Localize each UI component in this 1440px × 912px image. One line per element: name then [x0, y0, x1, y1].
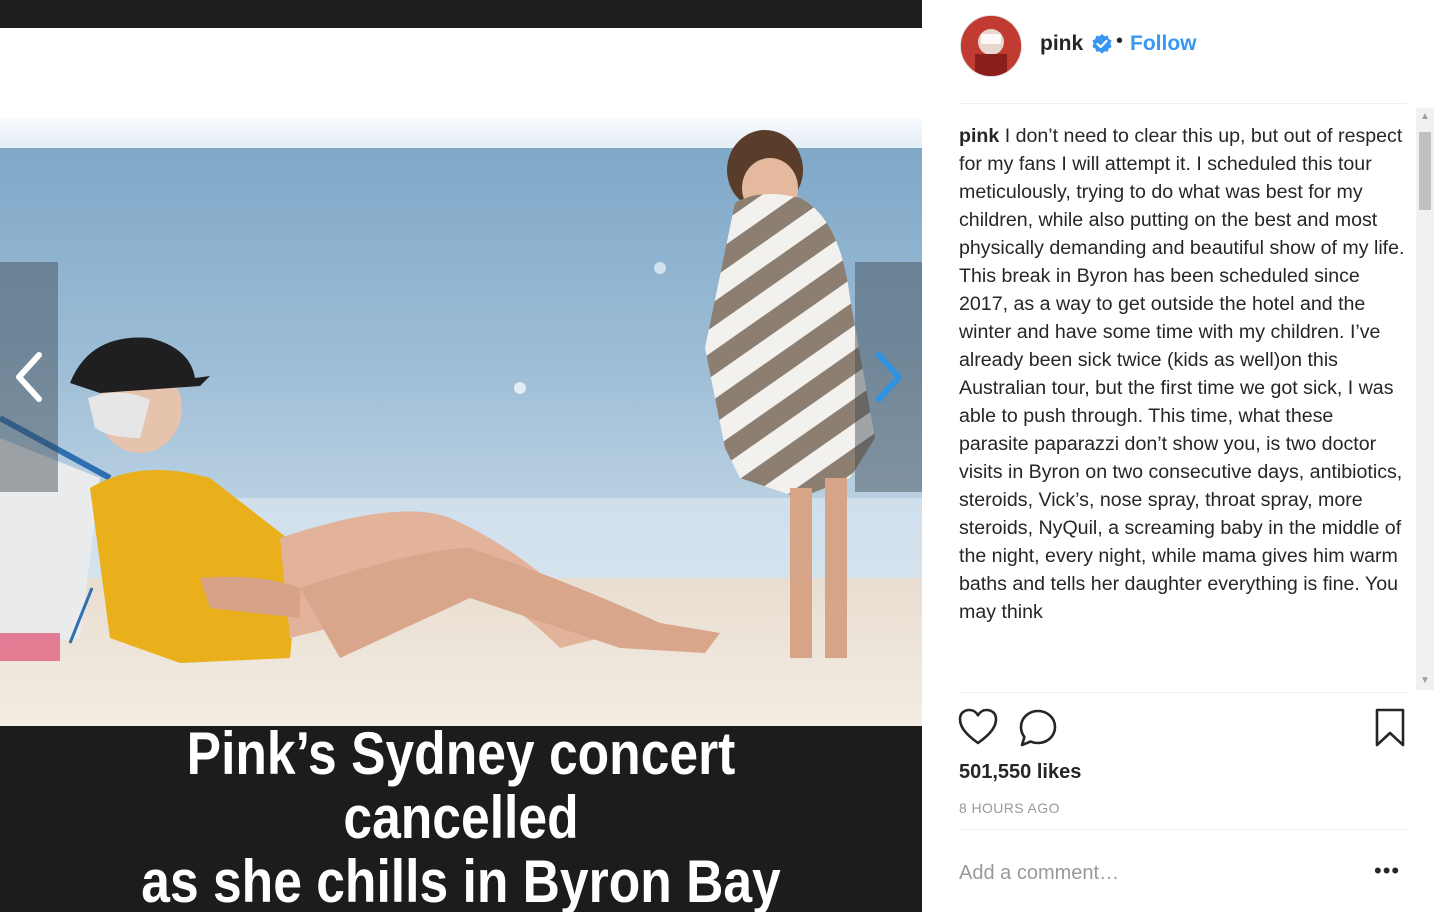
post-media: Pink’s Sydney concert cancelled as she c… [0, 0, 922, 912]
caption-scroll-area[interactable]: pink I don’t need to clear this up, but … [959, 122, 1407, 692]
bookmark-icon[interactable] [1374, 708, 1406, 748]
comment-icon[interactable] [1018, 708, 1058, 748]
verified-badge-icon [1092, 34, 1112, 54]
caption-text: I don’t need to clear this up, but out o… [959, 125, 1405, 623]
prev-photo-button[interactable] [0, 262, 58, 492]
scroll-up-arrow-icon[interactable]: ▲ [1416, 108, 1434, 126]
username[interactable]: pink [1040, 32, 1083, 56]
media-top-bar [0, 0, 922, 28]
post-header: pink • Follow [922, 0, 1440, 96]
heart-icon[interactable] [958, 708, 998, 746]
headline-banner: Pink’s Sydney concert cancelled as she c… [0, 722, 922, 912]
caption-username[interactable]: pink [959, 125, 999, 147]
post-panel: pink • Follow pink I don’t need to clear… [922, 0, 1440, 912]
header-separator: • [1116, 30, 1124, 52]
divider [959, 103, 1407, 104]
follow-button[interactable]: Follow [1130, 32, 1197, 56]
post-timestamp[interactable]: 8 HOURS AGO [959, 800, 1060, 816]
caption: pink I don’t need to clear this up, but … [959, 122, 1407, 626]
headline-text: Pink’s Sydney concert cancelled as she c… [141, 720, 781, 912]
post-photo [0, 118, 922, 726]
chevron-right-icon [875, 352, 902, 402]
more-options-icon[interactable]: ••• [1374, 858, 1400, 884]
avatar[interactable] [960, 15, 1022, 77]
likes-count[interactable]: 501,550 likes [959, 761, 1081, 784]
scroll-down-arrow-icon[interactable]: ▼ [1416, 672, 1434, 690]
action-bar [922, 700, 1440, 756]
divider [959, 829, 1407, 830]
chevron-left-icon [16, 352, 42, 402]
comment-input[interactable] [959, 858, 1339, 888]
next-photo-button[interactable] [855, 262, 922, 492]
scrollbar-thumb[interactable] [1419, 132, 1431, 210]
caption-scrollbar[interactable]: ▲ ▼ [1416, 108, 1434, 690]
divider [959, 692, 1407, 693]
